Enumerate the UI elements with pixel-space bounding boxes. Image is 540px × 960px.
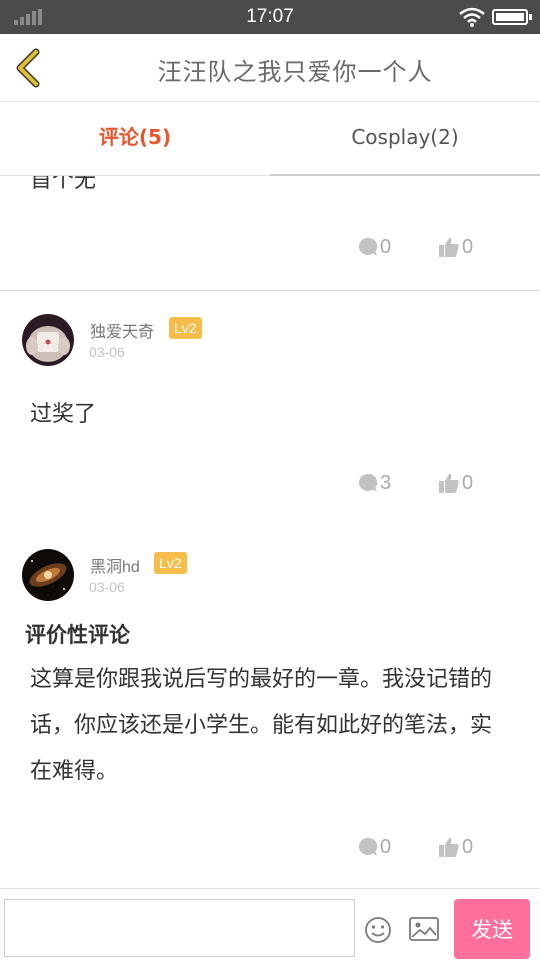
battery-nub (529, 14, 532, 20)
image-icon[interactable] (408, 915, 440, 943)
avatar[interactable] (22, 549, 74, 601)
like-button[interactable]: 0 (438, 233, 473, 261)
avatar-image (22, 549, 74, 601)
thumbs-up-icon (439, 837, 459, 857)
reply-button[interactable]: 0 (358, 833, 391, 861)
comment-bubble-icon (358, 473, 378, 492)
comment-body: 首个无 (30, 176, 97, 193)
level-badge: Lv2 (169, 317, 202, 339)
tab-cosplay[interactable]: Cosplay(2) (270, 102, 540, 176)
reply-count: 3 (380, 471, 392, 494)
thumbs-up-icon (439, 237, 459, 257)
like-count: 0 (462, 471, 474, 494)
username[interactable]: 黑洞hd (90, 553, 140, 577)
like-count: 0 (462, 235, 474, 258)
comment-body: 这算是你跟我说后写的最好的一章。我没记错的话，你应该还是小学生。能有如此好的笔法… (30, 667, 493, 784)
reply-button[interactable]: 0 (358, 233, 391, 261)
page-title: 汪汪队之我只爱你一个人 (157, 58, 433, 86)
comment-input[interactable] (4, 899, 355, 957)
comment-bubble-icon (358, 237, 378, 256)
status-bar: 17:07 (0, 0, 540, 34)
reply-count: 0 (380, 235, 392, 258)
comment-bubble-icon (358, 837, 378, 856)
comment-list[interactable]: 首个无 0 0 独爱天奇 Lv2 03-06 过奖了 3 0 黑洞hd Lv2 … (0, 176, 540, 888)
comment-body: 过奖了 (30, 402, 97, 427)
battery-icon (492, 9, 528, 25)
tab-bar: 评论(5) Cosplay(2) (0, 102, 540, 176)
wifi-icon (459, 7, 485, 27)
avatar-image (22, 314, 74, 366)
comment-date: 03-06 (89, 579, 125, 595)
comment-date: 03-06 (89, 344, 125, 360)
divider (0, 290, 540, 291)
comment-actions: 0 0 (358, 833, 538, 861)
avatar[interactable] (22, 314, 74, 366)
emoji-icon[interactable] (363, 915, 393, 945)
username[interactable]: 独爱天奇 (90, 318, 154, 342)
level-badge: Lv2 (154, 552, 187, 574)
comment-title: 评价性评论 (25, 623, 130, 647)
like-button[interactable]: 0 (438, 469, 473, 497)
tab-comments[interactable]: 评论(5) (0, 102, 270, 176)
send-button[interactable]: 发送 (454, 899, 530, 959)
reply-button[interactable]: 3 (358, 469, 391, 497)
comment-input-bar: 发送 (0, 888, 540, 960)
header: 汪汪队之我只爱你一个人 (0, 34, 540, 102)
like-button[interactable]: 0 (438, 833, 473, 861)
thumbs-up-icon (439, 473, 459, 493)
comment-actions: 0 0 (358, 233, 538, 261)
comment-actions: 3 0 (358, 469, 538, 497)
back-arrow-icon[interactable] (10, 46, 50, 90)
reply-count: 0 (380, 835, 392, 858)
like-count: 0 (462, 835, 474, 858)
